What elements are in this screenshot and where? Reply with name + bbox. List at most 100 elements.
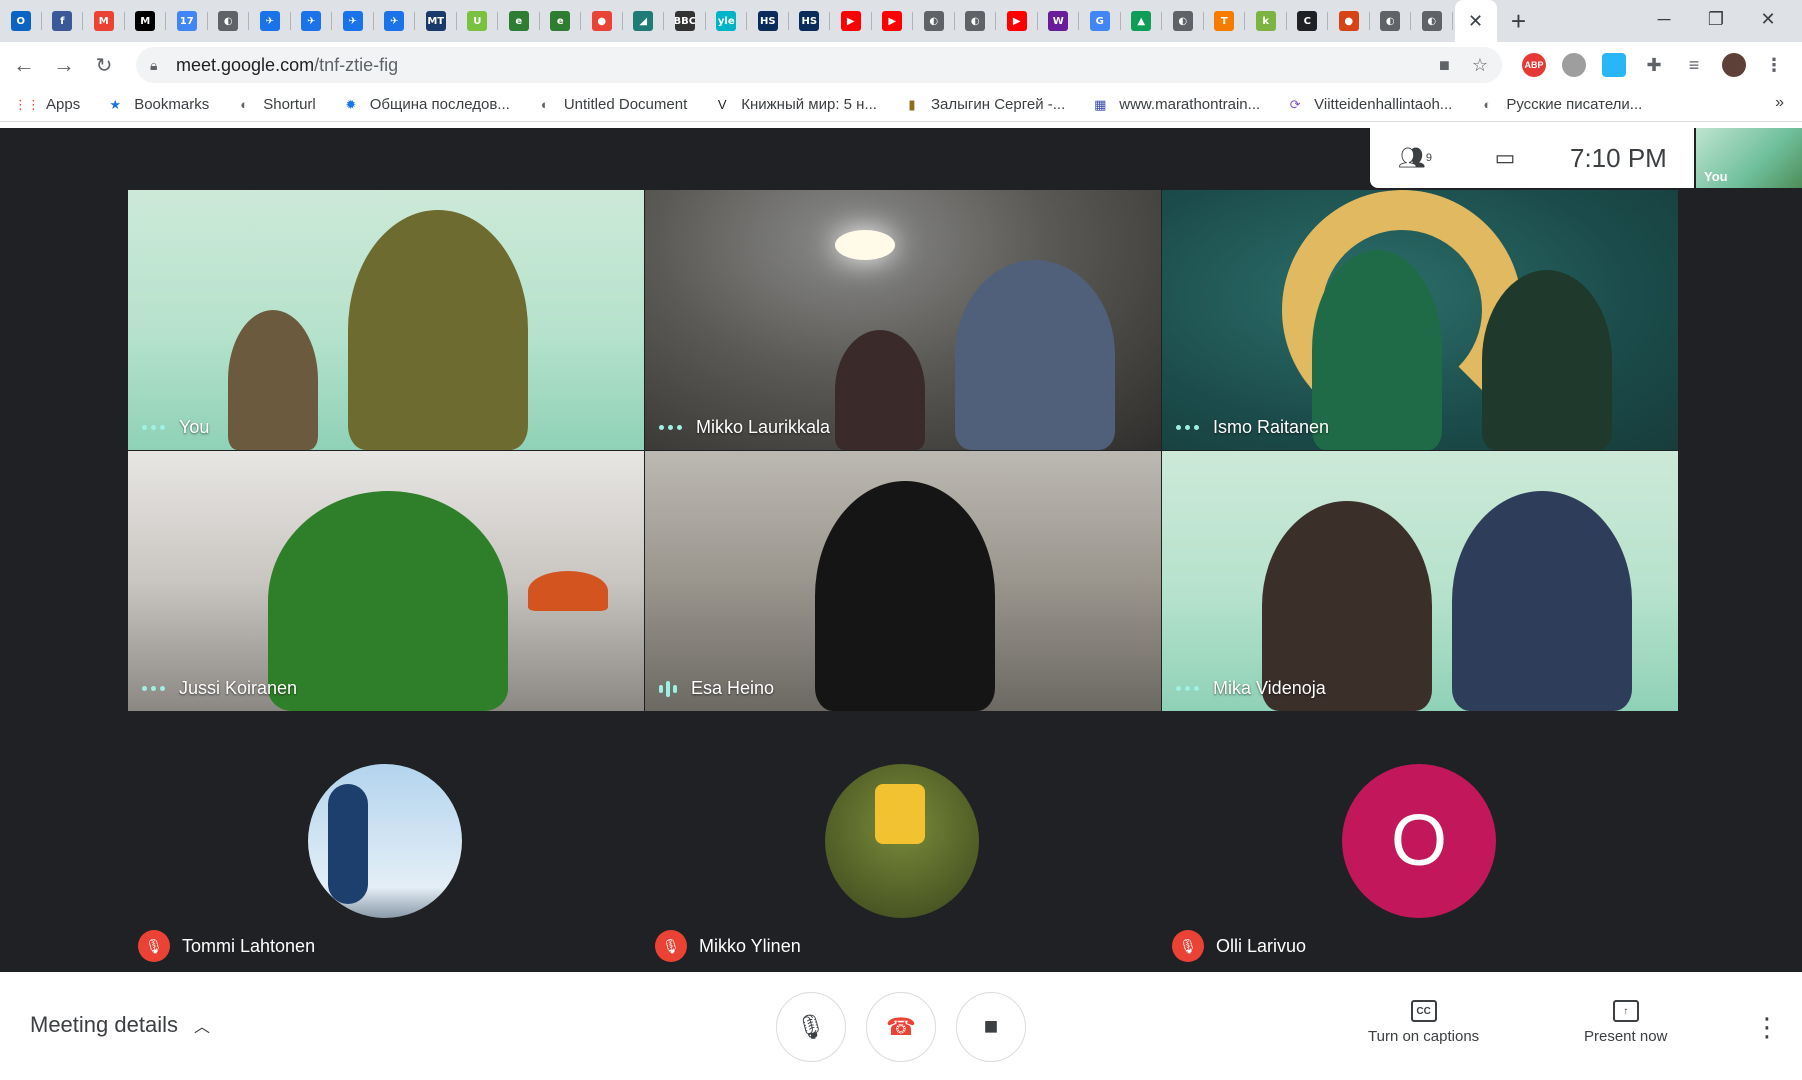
bookmark-item[interactable]: ▮ Залыгин Сергей -... bbox=[903, 96, 1065, 114]
reload-button[interactable]: ↻ bbox=[86, 47, 122, 83]
star-bookmark-icon[interactable]: ☆ bbox=[1472, 55, 1488, 76]
bookmark-item[interactable]: V Книжный мир: 5 н... bbox=[713, 96, 877, 114]
tab-yt1[interactable]: ▶ bbox=[830, 0, 872, 42]
captions-label: Turn on captions bbox=[1368, 1028, 1480, 1045]
tab-globe[interactable]: ◐ bbox=[208, 0, 250, 42]
tab-calendar[interactable]: 17 bbox=[166, 0, 208, 42]
tab-t[interactable]: T bbox=[1204, 0, 1246, 42]
hang-up-button[interactable]: ☎︎ bbox=[866, 992, 936, 1062]
tab-yt2[interactable]: ▶ bbox=[872, 0, 914, 42]
tab-ecoc1[interactable]: e bbox=[498, 0, 540, 42]
tab-globe6[interactable]: ◐ bbox=[1411, 0, 1453, 42]
puzzle-icon[interactable]: ✚ bbox=[1642, 53, 1666, 77]
profile-avatar[interactable] bbox=[1722, 53, 1746, 77]
avatar-tile-mikko-ylinen[interactable]: 🎙︎ Mikko Ylinen bbox=[645, 712, 1161, 972]
video-tile-you[interactable]: You bbox=[128, 190, 644, 450]
tab-c[interactable]: C bbox=[1287, 0, 1329, 42]
tab-facebook[interactable]: f bbox=[42, 0, 84, 42]
forward-button[interactable]: → bbox=[46, 47, 82, 83]
chat-button[interactable]: ▭ bbox=[1460, 145, 1550, 171]
tab-globe3[interactable]: ◐ bbox=[955, 0, 997, 42]
menu-dots-icon[interactable]: ⋮ bbox=[1762, 53, 1786, 77]
tab-w[interactable]: W bbox=[1038, 0, 1080, 42]
tab-yle[interactable]: yle bbox=[706, 0, 748, 42]
camera-icon[interactable]: ■ bbox=[1439, 55, 1450, 76]
bookmark-item[interactable]: ★ Bookmarks bbox=[106, 96, 209, 114]
tab-mt[interactable]: MT bbox=[415, 0, 457, 42]
video-tile-jussi-koiranen[interactable]: Jussi Koiranen bbox=[128, 451, 644, 711]
captions-icon: CC bbox=[1410, 1000, 1437, 1022]
bookmark-label: Община последов... bbox=[369, 96, 510, 113]
new-tab-button[interactable]: + bbox=[1497, 0, 1541, 42]
tab-kiwi2[interactable]: ✈ bbox=[291, 0, 333, 42]
kiwi2-icon: ✈ bbox=[301, 11, 322, 31]
media-icon[interactable]: ≡ bbox=[1682, 53, 1706, 77]
tab-yt3[interactable]: ▶ bbox=[996, 0, 1038, 42]
tab-drive[interactable]: ▲ bbox=[1121, 0, 1163, 42]
people-button[interactable]: 👥︎ 9 bbox=[1370, 145, 1460, 171]
video-tile-esa-heino[interactable]: Esa Heino bbox=[645, 451, 1161, 711]
close-window-button[interactable]: ✕ bbox=[1742, 0, 1794, 38]
camera-button[interactable]: ■ bbox=[956, 992, 1026, 1062]
video-tile-mikko-laurikkala[interactable]: Mikko Laurikkala bbox=[645, 190, 1161, 450]
self-view-thumbnail[interactable]: You bbox=[1696, 128, 1802, 188]
video-tile-mika-videnoja[interactable]: Mika Videnoja bbox=[1162, 451, 1678, 711]
chat-icon: ▭ bbox=[1494, 145, 1516, 170]
bookmark-item[interactable]: ⋮⋮ Apps bbox=[14, 96, 80, 114]
tab-kiwi4[interactable]: ✈ bbox=[374, 0, 416, 42]
meet-top-panel: 👥︎ 9 ▭ 7:10 PM bbox=[1370, 128, 1694, 188]
people-count: 9 bbox=[1425, 152, 1433, 164]
url-text[interactable]: meet.google.com/tnf-ztie-fig bbox=[176, 55, 398, 76]
extension-blue-icon[interactable] bbox=[1602, 53, 1626, 77]
bookmark-item[interactable]: ◐ Shorturl bbox=[235, 96, 315, 114]
tab-globe2[interactable]: ◐ bbox=[913, 0, 955, 42]
tab-bbc[interactable]: BBC bbox=[664, 0, 706, 42]
bookmark-item[interactable]: ✹ Община последов... bbox=[342, 96, 510, 114]
minimize-button[interactable]: ─ bbox=[1638, 0, 1690, 38]
avatar-figure bbox=[875, 784, 925, 844]
video-tile-ismo-raitanen[interactable]: Ismo Raitanen bbox=[1162, 190, 1678, 450]
meeting-details-button[interactable]: Meeting details ︿ bbox=[30, 1012, 210, 1038]
bookmark-item[interactable]: ▦ www.marathontrain... bbox=[1091, 96, 1260, 114]
avatar-tile-olli-larivuo[interactable]: O 🎙︎ Olli Larivuo bbox=[1162, 712, 1678, 972]
tab-globe5[interactable]: ◐ bbox=[1370, 0, 1412, 42]
tab-translate[interactable]: G bbox=[1079, 0, 1121, 42]
mic-off-icon: 🎙︎ bbox=[655, 930, 687, 962]
tab-medium[interactable]: M bbox=[125, 0, 167, 42]
tab-kiwi3[interactable]: ✈ bbox=[332, 0, 374, 42]
tab-hs1[interactable]: HS bbox=[747, 0, 789, 42]
participant-figure bbox=[228, 310, 318, 450]
bookmark-item[interactable]: ◐ Русские писатели... bbox=[1478, 96, 1642, 114]
extension-gray-icon[interactable] bbox=[1562, 53, 1586, 77]
more-options-icon[interactable]: ⋮ bbox=[1754, 1012, 1780, 1043]
restore-button[interactable]: ❐ bbox=[1690, 0, 1742, 38]
participant-figure bbox=[835, 330, 925, 450]
tab-globe4[interactable]: ◐ bbox=[1162, 0, 1204, 42]
captions-button[interactable]: CC Turn on captions bbox=[1368, 1000, 1479, 1045]
bookmark-item[interactable]: ◐ Untitled Document bbox=[536, 96, 687, 114]
bookmark-item[interactable]: ⟳ Viitteidenhallintaoh... bbox=[1286, 96, 1453, 114]
tab-maps[interactable]: ● bbox=[581, 0, 623, 42]
tab-ecoc2[interactable]: e bbox=[540, 0, 582, 42]
tab-slack[interactable]: ◢ bbox=[623, 0, 665, 42]
hs2-icon: HS bbox=[799, 11, 820, 31]
mic-button[interactable]: 🎙︎ bbox=[776, 992, 846, 1062]
tab-hs2[interactable]: HS bbox=[789, 0, 831, 42]
tab-outlook[interactable]: O bbox=[0, 0, 42, 42]
tab-kiwi1[interactable]: ✈ bbox=[249, 0, 291, 42]
adblock-icon[interactable]: ABP bbox=[1522, 53, 1546, 77]
avatar-tile-tommi-lahtonen[interactable]: 🎙︎ Tommi Lahtonen bbox=[128, 712, 644, 972]
tab-u[interactable]: U bbox=[457, 0, 499, 42]
active-tab-close-button[interactable]: ✕ bbox=[1454, 0, 1497, 42]
present-now-button[interactable]: ↑ Present now bbox=[1584, 1000, 1667, 1045]
tab-ball[interactable]: ● bbox=[1328, 0, 1370, 42]
back-button[interactable]: ← bbox=[6, 47, 42, 83]
yt1-icon: ▶ bbox=[840, 11, 861, 31]
globe-icon: ◐ bbox=[540, 97, 549, 112]
tab-k[interactable]: k bbox=[1245, 0, 1287, 42]
bookmark-label: Viitteidenhallintaoh... bbox=[1314, 96, 1453, 113]
tab-gmail[interactable]: M bbox=[83, 0, 125, 42]
bookmarks-overflow-button[interactable]: » bbox=[1775, 94, 1784, 112]
address-bar[interactable]: 🔒︎ meet.google.com/tnf-ztie-fig ■ ☆ bbox=[136, 47, 1502, 83]
audio-dots-icon bbox=[1176, 425, 1199, 430]
